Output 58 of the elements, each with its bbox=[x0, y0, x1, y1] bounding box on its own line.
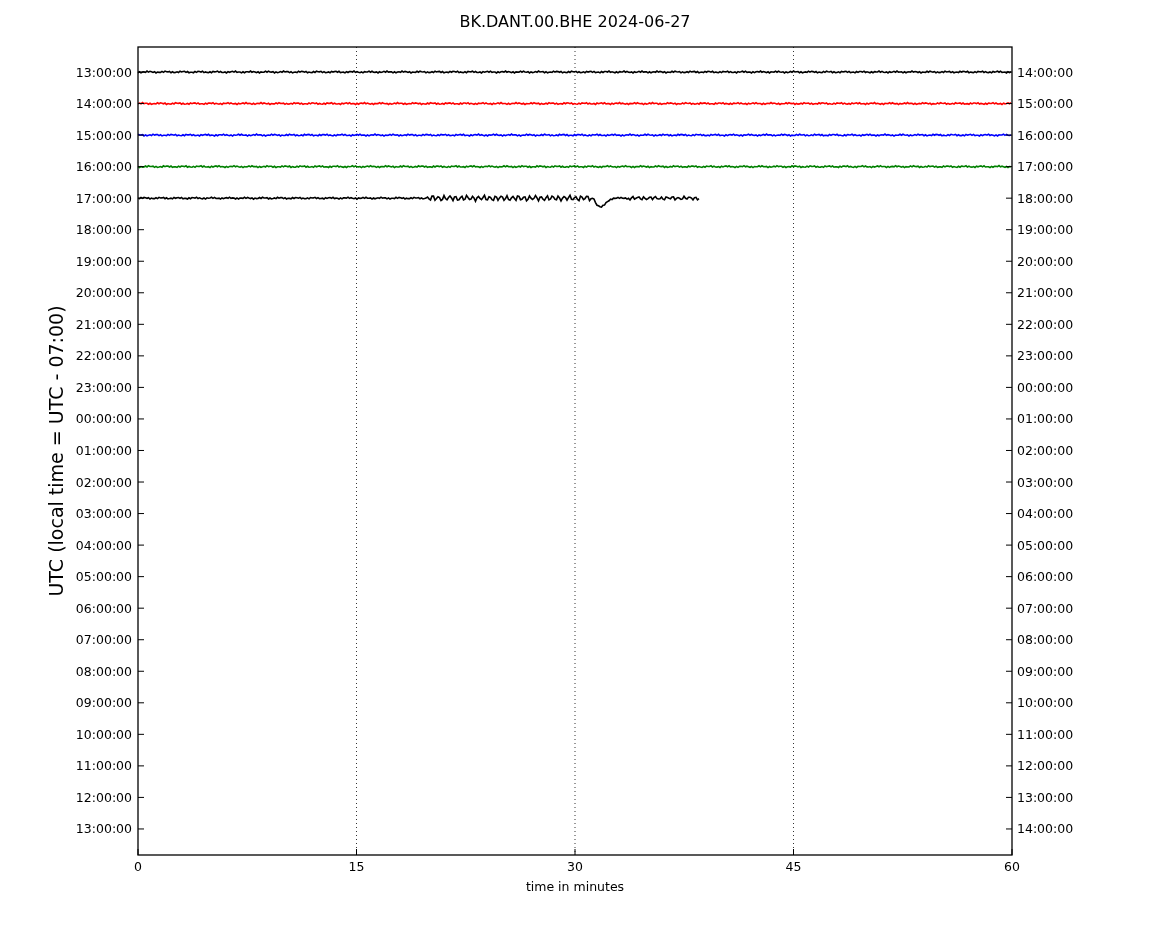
hour-label: 12:00:00 bbox=[75, 789, 132, 805]
hour-label: 15:00:00 bbox=[1017, 96, 1074, 112]
hour-label: 05:00:00 bbox=[1017, 537, 1074, 553]
hour-label: 16:00:00 bbox=[1017, 127, 1074, 143]
hour-label: 14:00:00 bbox=[1017, 64, 1074, 80]
x-axis-label: time in minutes bbox=[525, 879, 625, 894]
hour-label: 04:00:00 bbox=[1017, 506, 1074, 522]
hour-label: 01:00:00 bbox=[75, 443, 132, 458]
hour-label: 03:00:00 bbox=[75, 506, 132, 522]
hour-label: 16:00:00 bbox=[75, 159, 132, 175]
plot-title: BK.DANT.00.BHE 2024-06-27 bbox=[459, 12, 691, 31]
hour-label: 17:00:00 bbox=[1017, 159, 1074, 175]
hour-label: 21:00:00 bbox=[1017, 285, 1074, 301]
hour-label: 17:00:00 bbox=[75, 190, 132, 206]
hour-label: 21:00:00 bbox=[75, 316, 132, 332]
hour-label: 13:00:00 bbox=[75, 821, 132, 837]
hour-label: 12:00:00 bbox=[1017, 758, 1074, 774]
hour-label: 06:00:00 bbox=[1017, 569, 1074, 585]
hour-label: 13:00:00 bbox=[75, 64, 132, 80]
hour-label: 01:00:00 bbox=[1017, 411, 1074, 427]
hour-label: 10:00:00 bbox=[1017, 695, 1074, 711]
hour-label: 00:00:00 bbox=[1017, 379, 1074, 395]
hour-label: 08:00:00 bbox=[1017, 632, 1074, 648]
hour-label: 19:00:00 bbox=[75, 253, 132, 269]
minute-label: 60 bbox=[1004, 859, 1020, 874]
hour-label: 11:00:00 bbox=[1017, 726, 1074, 742]
hour-label: 09:00:00 bbox=[1017, 663, 1074, 679]
hour-label: 18:00:00 bbox=[1017, 190, 1074, 206]
minute-label: 30 bbox=[567, 859, 583, 874]
hour-label: 19:00:00 bbox=[1017, 222, 1074, 238]
hour-label: 07:00:00 bbox=[1017, 600, 1074, 616]
hour-label: 15:00:00 bbox=[75, 127, 132, 143]
hour-label: 10:00:00 bbox=[75, 726, 132, 742]
hour-label: 08:00:00 bbox=[75, 663, 132, 679]
hour-label: 05:00:00 bbox=[75, 569, 132, 585]
hour-label: 02:00:00 bbox=[1017, 443, 1074, 458]
y-axis-label: UTC (local time = UTC - 07:00) bbox=[45, 305, 67, 597]
hour-label: 23:00:00 bbox=[1017, 348, 1074, 364]
hour-label: 06:00:00 bbox=[75, 600, 132, 616]
minute-label: 0 bbox=[134, 859, 142, 874]
hour-label: 18:00:00 bbox=[75, 222, 132, 238]
hour-label: 11:00:00 bbox=[75, 758, 132, 774]
hour-label: 00:00:00 bbox=[75, 411, 132, 427]
hour-label: 22:00:00 bbox=[75, 348, 132, 364]
hour-label: 03:00:00 bbox=[1017, 474, 1074, 490]
hour-label: 02:00:00 bbox=[75, 474, 132, 490]
minute-label: 45 bbox=[785, 859, 802, 874]
hour-label: 20:00:00 bbox=[1017, 253, 1074, 269]
hour-label: 23:00:00 bbox=[75, 379, 132, 395]
hour-label: 13:00:00 bbox=[1017, 789, 1074, 805]
hour-label: 22:00:00 bbox=[1017, 316, 1074, 332]
hour-label: 14:00:00 bbox=[75, 96, 132, 112]
hour-label: 20:00:00 bbox=[75, 285, 132, 301]
hour-label: 09:00:00 bbox=[75, 695, 132, 711]
minute-label: 15 bbox=[348, 859, 365, 874]
hour-label: 07:00:00 bbox=[75, 632, 132, 648]
hour-label: 04:00:00 bbox=[75, 537, 132, 553]
hour-label: 14:00:00 bbox=[1017, 821, 1074, 837]
